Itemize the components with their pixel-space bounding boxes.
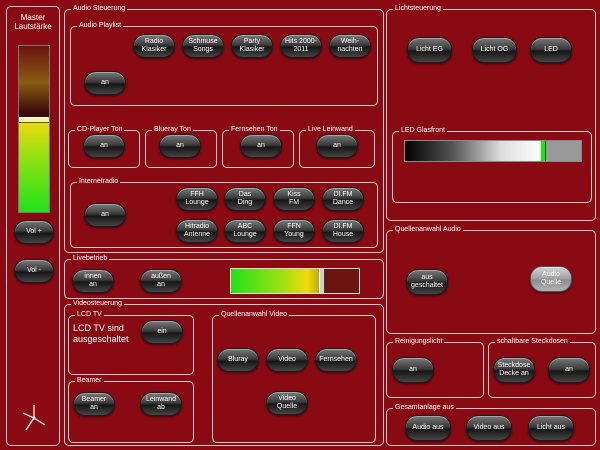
led-glass-fill [405,141,543,161]
screen-down-button[interactable]: Leinwand ab [140,392,182,416]
radio-difm-house-button[interactable]: DI.FM House [322,219,364,243]
light-led-button[interactable]: LED [530,37,572,63]
lcd-tv-on-button[interactable]: ein [141,320,183,344]
light-off-all-button[interactable]: Licht aus [528,415,574,441]
tv-sound-on-button[interactable]: an [240,134,282,158]
light-control-title: Lichtsteuerung [393,4,443,14]
live-level-fill [231,269,321,293]
master-volume-handle[interactable] [19,116,49,123]
clock-icon [22,405,46,431]
lcd-tv-status: LCD TV sind ausgeschaltet [73,323,129,344]
audio-off-all-button[interactable]: Audio aus [405,415,451,441]
radio-hitradio-antenne-button[interactable]: Hitradio Antenne [176,219,218,243]
playlist-schmuse-songs-button[interactable]: Schmuse Songs [182,34,224,58]
video-source-video-button[interactable]: Video [266,348,308,372]
master-volume-panel: Master Lautstärke Vol + Vol - [6,6,60,446]
playlist-on-button[interactable]: an [84,71,126,95]
master-volume-meter[interactable] [18,45,50,213]
radio-das-ding-button[interactable]: Das Ding [224,187,266,211]
cleaning-light-on-button[interactable]: an [392,357,434,383]
vol-minus-button[interactable]: Vol - [14,259,54,283]
live-outside-on-button[interactable]: außen an [140,269,182,293]
cleaning-light-title: Reinigungslicht [393,337,445,347]
radio-difm-dance-button[interactable]: DI.FM Dance [322,187,364,211]
video-control-title: Videosteuerung [71,299,124,309]
led-glass-dimmer[interactable] [404,140,582,162]
internet-radio-on-button[interactable]: an [84,203,126,227]
video-source-bluray-button[interactable]: Bluray [217,348,259,372]
live-wall-on-button[interactable]: an [316,134,358,158]
beamer-title: Beamer [75,376,104,386]
live-inside-on-button[interactable]: innen an [72,269,114,293]
audio-control-title: Audio Steuerung [71,4,128,14]
radio-ffh-lounge-button[interactable]: FFH Lounge [176,187,218,211]
socket-on-button[interactable]: an [548,357,590,383]
radio-abc-lounge-button[interactable]: ABC Lounge [224,219,266,243]
playlist-party-klasiker-button[interactable]: Party Klasiker [231,34,273,58]
audio-source-title: Quellenanwahl Audio [393,225,463,235]
light-eg-button[interactable]: Licht EG [407,37,452,63]
internet-radio-title: Internetradio [77,177,121,187]
video-source-title: Quellenanwahl Video [219,310,290,320]
master-volume-title: Master Lautstärke [14,13,52,31]
bluray-sound-on-button[interactable]: an [159,134,201,158]
socket-ceiling-on-button[interactable]: Steckdose Decke an [493,357,535,383]
audio-playlist-title: Audio Playlist [77,21,124,31]
playlist-weihnachten-button[interactable]: Weih- nachten [329,34,371,58]
light-og-button[interactable]: Licht OG [472,37,517,63]
master-volume-fill [19,120,49,212]
video-source-panel: Quellenanwahl Video [212,310,376,443]
video-source-selected-button[interactable]: Video Quelle [266,391,308,415]
audio-source-button[interactable]: Audio Quelle [530,266,572,292]
led-glass-handle[interactable] [540,141,547,161]
live-level-handle[interactable] [318,269,325,293]
playlist-hits-2000-2011-button[interactable]: Hits 2000- 2011 [280,34,322,58]
audio-off-button[interactable]: aus geschaltet [406,269,448,295]
vol-plus-button[interactable]: Vol + [14,220,54,244]
video-off-all-button[interactable]: Video aus [466,415,512,441]
radio-ffn-young-button[interactable]: FFN Young [273,219,315,243]
switchable-sockets-title: schaltbare Steckdosen [495,337,570,347]
video-source-tv-button[interactable]: Fernsehen [315,348,357,372]
lcd-tv-title: LCD TV [75,310,104,320]
live-operation-title: Livebetrieb [71,254,110,264]
live-level-meter[interactable] [230,268,360,294]
led-glass-title: LED Glasfront [399,126,447,136]
beamer-on-button[interactable]: Beamer an [73,392,115,416]
radio-kiss-fm-button[interactable]: Kiss FM [273,187,315,211]
playlist-radio-klasiker-button[interactable]: Radio Klasiker [133,34,175,58]
total-off-title: Gesamtanlage aus [393,403,456,413]
cd-player-on-button[interactable]: an [83,134,125,158]
